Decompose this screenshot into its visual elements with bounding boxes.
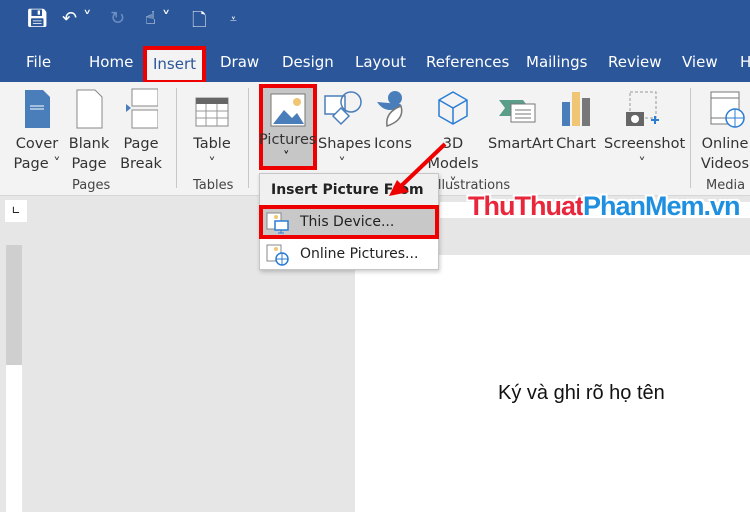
- redo-icon[interactable]: ↻: [110, 8, 125, 29]
- tab-mailings[interactable]: Mailings: [526, 53, 587, 71]
- device-picture-icon: [266, 212, 289, 234]
- touch-mode-icon[interactable]: ☝ ˅: [145, 8, 171, 29]
- divider: [690, 88, 691, 188]
- tab-design[interactable]: Design: [282, 53, 334, 71]
- new-document-icon[interactable]: 🗋: [192, 8, 206, 38]
- page-break-icon: [126, 88, 158, 129]
- tab-selector[interactable]: ∟: [5, 200, 27, 222]
- table-icon: [195, 97, 229, 127]
- tab-references[interactable]: References: [426, 53, 509, 71]
- group-label-pages: Pages: [72, 178, 111, 193]
- menu-item-this-device[interactable]: This Device...: [259, 205, 439, 239]
- icons-icon: [377, 91, 403, 127]
- cover-page-icon: [25, 90, 50, 128]
- shapes-button[interactable]: Shapes ˅: [318, 88, 371, 174]
- tab-file[interactable]: File: [26, 53, 51, 71]
- tab-layout[interactable]: Layout: [355, 53, 406, 71]
- pictures-icon: [270, 93, 306, 127]
- save-icon[interactable]: 💾︎: [26, 8, 49, 29]
- pictures-button[interactable]: Pictures ˅: [259, 84, 317, 170]
- table-button[interactable]: Table ˅: [190, 88, 234, 174]
- page-break-button[interactable]: Page Break: [120, 88, 162, 174]
- tab-review[interactable]: Review: [608, 53, 662, 71]
- smartart-icon: [499, 100, 536, 123]
- chevron-down-icon: ˅: [283, 150, 290, 165]
- tab-help[interactable]: Help: [740, 53, 750, 71]
- tab-view[interactable]: View: [682, 53, 718, 71]
- ribbon-tabs: File Home Insert Draw Design Layout Refe…: [0, 45, 750, 84]
- online-videos-button[interactable]: Online Videos: [700, 88, 750, 174]
- smartart-button[interactable]: SmartArt: [488, 88, 553, 154]
- online-videos-icon: [710, 91, 745, 128]
- watermark-logo: ThuThuatPhanMem.vn: [468, 191, 741, 221]
- customize-icon[interactable]: ⩡: [230, 12, 237, 27]
- screenshot-button[interactable]: Screenshot ˅: [604, 88, 685, 174]
- menu-item-online-pictures[interactable]: Online Pictures...: [260, 238, 438, 270]
- screenshot-icon: [626, 91, 659, 126]
- blank-page-icon: [76, 89, 103, 129]
- undo-icon[interactable]: ↶ ˅: [62, 8, 92, 29]
- cover-page-button[interactable]: Cover Page ˅: [12, 88, 62, 174]
- tab-insert[interactable]: Insert: [142, 46, 207, 84]
- quick-access-toolbar: 💾︎ ↶ ˅ ↻ ☝ ˅ 🗋 ⩡: [0, 0, 750, 45]
- 3d-models-icon: [438, 91, 468, 125]
- vertical-ruler[interactable]: [6, 245, 22, 512]
- tab-draw[interactable]: Draw: [220, 53, 259, 71]
- shapes-icon: [324, 91, 362, 126]
- group-label-tables: Tables: [193, 178, 234, 193]
- divider: [176, 88, 177, 188]
- chart-button[interactable]: Chart: [556, 88, 596, 154]
- divider: [248, 88, 249, 188]
- chart-icon: [562, 92, 590, 126]
- tab-home[interactable]: Home: [89, 53, 133, 71]
- document-text: Ký và ghi rõ họ tên: [498, 382, 665, 404]
- online-picture-icon: [266, 244, 289, 266]
- red-arrow-annotation: [389, 142, 447, 196]
- blank-page-button[interactable]: Blank Page: [68, 88, 110, 174]
